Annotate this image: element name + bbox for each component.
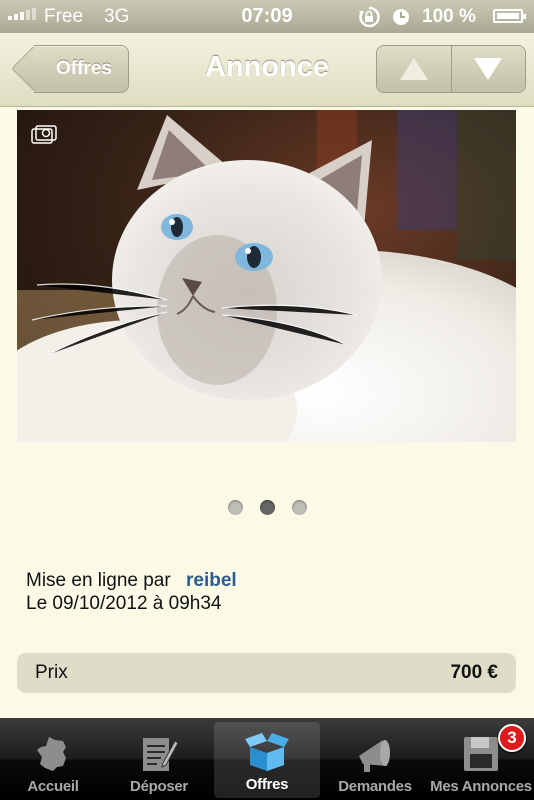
tab-demandes[interactable]: Demandes xyxy=(322,718,428,800)
listing-meta: Mise en ligne par reibel Le 09/10/2012 à… xyxy=(26,569,237,615)
tab-label: Mes Annonces xyxy=(430,778,532,795)
status-bar: Free 3G 07:09 100 % xyxy=(0,0,534,33)
tab-mes-annonces[interactable]: Mes Annonces 3 xyxy=(428,718,534,800)
photo-gallery-icon xyxy=(31,125,57,144)
price-value: 700 € xyxy=(450,662,498,683)
tab-label: Demandes xyxy=(338,778,412,795)
open-box-icon xyxy=(244,730,290,774)
tab-bar: Accueil Déposer Offres Demandes Mes Anno… xyxy=(0,718,534,800)
france-map-icon xyxy=(30,732,76,776)
navigation-bar: Offres Annonce xyxy=(0,33,534,107)
alarm-clock-icon xyxy=(393,9,409,25)
tab-deposer[interactable]: Déposer xyxy=(106,718,212,800)
posted-date: Le 09/10/2012 à 09h34 xyxy=(26,593,222,614)
author-link[interactable]: reibel xyxy=(186,570,237,591)
battery-icon xyxy=(493,9,526,23)
listing-photo[interactable] xyxy=(17,110,516,442)
photo-page-indicator[interactable] xyxy=(0,500,534,515)
megaphone-icon xyxy=(352,732,398,776)
price-label: Prix xyxy=(35,662,68,683)
prev-next-control xyxy=(376,45,526,93)
arrow-down-icon xyxy=(474,58,503,80)
arrow-up-icon xyxy=(399,58,428,80)
rotation-lock-icon xyxy=(359,6,380,28)
tab-label: Déposer xyxy=(130,778,188,795)
tab-label: Accueil xyxy=(27,778,79,795)
notification-badge: 3 xyxy=(498,724,526,752)
page-dot[interactable] xyxy=(227,500,243,515)
previous-listing-button[interactable] xyxy=(377,46,451,92)
tab-offres[interactable]: Offres xyxy=(214,722,320,798)
battery-percent: 100 % xyxy=(422,6,476,27)
back-button-label: Offres xyxy=(56,58,112,79)
tab-label: Offres xyxy=(245,776,289,793)
next-listing-button[interactable] xyxy=(450,46,525,92)
back-button[interactable]: Offres xyxy=(34,45,129,93)
page-dot[interactable] xyxy=(259,500,275,515)
price-row: Prix 700 € xyxy=(17,653,516,693)
cat-photo-image xyxy=(17,110,516,442)
posted-by-label: Mise en ligne par xyxy=(26,570,171,591)
notepad-pen-icon xyxy=(136,732,182,776)
tab-accueil[interactable]: Accueil xyxy=(0,718,106,800)
page-dot[interactable] xyxy=(291,500,307,515)
